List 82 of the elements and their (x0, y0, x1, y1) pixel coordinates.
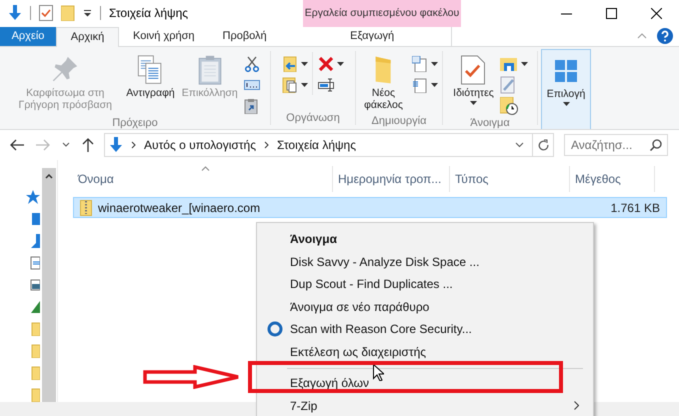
file-row[interactable]: winaerotweaker_[winaero.com 1.761 KB (73, 197, 667, 218)
column-header[interactable]: Ημερομηνία τροπ... (333, 166, 450, 192)
ribbon-button[interactable]: Νέος φάκελος (360, 52, 408, 114)
edit-document-icon (500, 76, 516, 94)
column-header[interactable]: Μέγεθος (570, 166, 655, 192)
chevron-right-icon (574, 401, 579, 410)
sort-caret-icon (201, 166, 210, 171)
menu-item[interactable]: Scan with Reason Core Security... (257, 318, 593, 340)
menu-item[interactable]: Disk Savvy - Analyze Disk Space ... (257, 250, 593, 273)
chevron-down-icon[interactable] (515, 142, 524, 148)
caret-icon (430, 83, 438, 88)
caret-icon (301, 62, 308, 66)
help-icon[interactable] (657, 28, 673, 44)
menu-item[interactable]: Εξαγωγή όλων (257, 372, 593, 394)
triangle-icon[interactable] (30, 300, 40, 314)
desktop-icon[interactable] (30, 212, 40, 226)
properties-icon (459, 55, 488, 86)
caret-icon (430, 62, 438, 66)
document-icon[interactable] (30, 256, 40, 270)
ribbon-small-button[interactable] (242, 54, 261, 74)
column-header[interactable]: Όνομα (73, 166, 333, 192)
mouse-pointer-icon (373, 364, 384, 381)
ribbon-tab[interactable]: Αρχική (56, 26, 119, 48)
chevron-right-icon[interactable] (131, 140, 136, 149)
folder-window-icon (500, 56, 518, 72)
group-label: Άνοιγμα (469, 116, 511, 129)
scroll-up-icon[interactable] (45, 174, 53, 179)
path-icon (244, 80, 260, 90)
menu-item[interactable]: 7-Zip (257, 394, 593, 416)
caret-icon (301, 83, 308, 88)
breadcrumb[interactable]: Αυτός ο υπολογιστής (144, 138, 256, 152)
delete-icon (318, 56, 334, 72)
ring-icon (267, 321, 283, 338)
up-arrow-icon[interactable] (82, 138, 94, 152)
scrollbar[interactable] (42, 168, 56, 402)
maximize-icon[interactable] (606, 8, 617, 19)
folder-documents-icon (282, 77, 298, 94)
new-item-icon (412, 56, 428, 72)
search-field[interactable]: Αναζήτησ... (564, 134, 668, 156)
file-name: winaerotweaker_[winaero.com (98, 200, 260, 214)
window-title: Στοιχεία λήψης (109, 6, 188, 20)
breadcrumb[interactable]: Στοιχεία λήψης (276, 138, 356, 152)
chevron-right-icon[interactable] (264, 140, 269, 149)
zip-folder-icon (80, 200, 92, 216)
contextual-tab-header: Εργαλεία συμπιεσμένου φακέλου (303, 0, 461, 27)
back-arrow-icon[interactable] (10, 138, 24, 151)
ribbon-small-button[interactable] (281, 54, 309, 74)
folder-clock-icon (500, 97, 518, 116)
star-icon[interactable] (26, 190, 40, 204)
file-size: 1.761 KB (610, 200, 660, 214)
ribbon-button[interactable]: Αντιγραφή (124, 52, 177, 102)
group-label: Πρόχειρο (111, 116, 159, 129)
image-icon[interactable] (30, 278, 40, 292)
ribbon-small-button[interactable] (281, 75, 309, 96)
caret-icon (470, 101, 477, 106)
address-bar[interactable]: Αυτός ο υπολογιστής Στοιχεία λήψης (104, 132, 554, 157)
menu-item[interactable]: Εκτέλεση ως διαχειριστής (257, 340, 593, 363)
menu-item[interactable]: Dup Scout - Find Duplicates ... (257, 273, 593, 296)
group-label: Οργάνωση (285, 110, 341, 125)
group-label: Δημιουργία (370, 114, 428, 128)
folder-arrow-icon (282, 56, 298, 72)
close-icon[interactable] (651, 8, 662, 19)
column-header[interactable]: Τύπος (450, 166, 570, 192)
menu-item[interactable]: Άνοιγμα σε νέο παράθυρο (257, 296, 593, 318)
ribbon-tab[interactable]: Αρχείο (0, 26, 56, 46)
clipboard-shortcut-icon (244, 98, 258, 114)
ribbon-button[interactable]: Ιδιότητες (451, 52, 496, 108)
chevron-down-icon[interactable] (62, 142, 70, 148)
caret-icon (562, 102, 570, 106)
menu-item[interactable]: Άνοιγμα (257, 228, 593, 250)
caret-icon (337, 62, 344, 66)
refresh-icon (538, 138, 548, 151)
caret-icon[interactable] (83, 9, 92, 18)
document-icon (412, 77, 428, 94)
properties-icon[interactable] (39, 5, 53, 22)
rename-icon (318, 78, 336, 92)
scissors-icon (244, 56, 260, 72)
caret-icon (520, 62, 528, 66)
ribbon-button[interactable]: Επιλογή (541, 49, 591, 129)
ribbon-small-button[interactable] (410, 54, 438, 74)
collapse-chevron-icon[interactable] (637, 33, 647, 40)
search-icon (650, 138, 662, 151)
